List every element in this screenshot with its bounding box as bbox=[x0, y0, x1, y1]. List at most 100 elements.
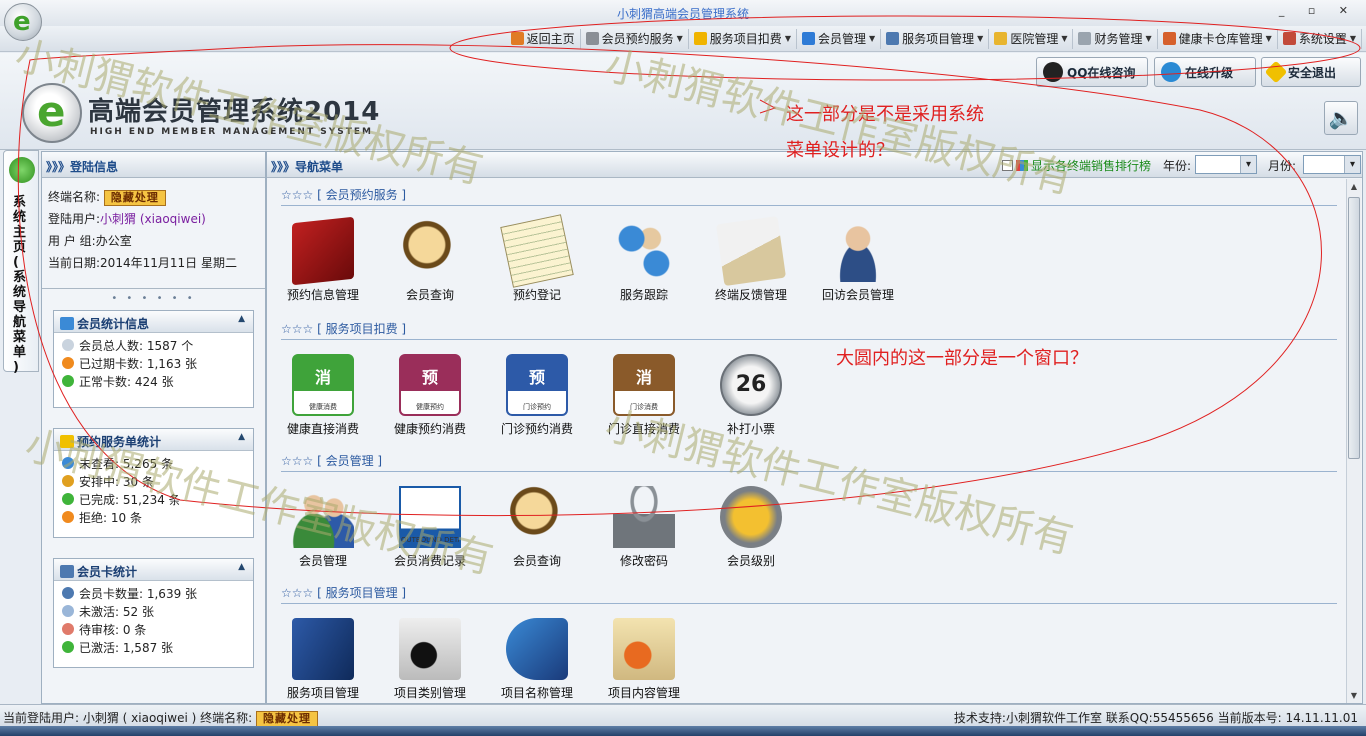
safe-exit-button[interactable]: 安全退出 bbox=[1261, 57, 1361, 87]
status-support: 技术支持:小刺猬软件工作室 联系QQ:55455656 当前版本号: 14.11… bbox=[953, 711, 1358, 725]
user-group: 办公室 bbox=[95, 234, 132, 248]
menu-item-5[interactable]: 医院管理 ▼ bbox=[989, 28, 1074, 49]
nav-item-3-3[interactable]: 项目内容管理 bbox=[594, 618, 694, 701]
stat-row: 已过期卡数: 1,163 张 bbox=[54, 355, 253, 373]
scroll-up-icon[interactable]: ▲ bbox=[1347, 179, 1361, 194]
stat-row: 会员卡数量: 1,639 张 bbox=[54, 585, 253, 603]
panel-splitter[interactable]: • • • • • • bbox=[42, 288, 265, 306]
nav-item-3-2[interactable]: 项目名称管理 bbox=[487, 618, 587, 701]
nav-item-0-2[interactable]: 预约登记 bbox=[487, 214, 587, 303]
year-select[interactable] bbox=[1195, 155, 1257, 174]
stat-row: 已完成: 51,234 条 bbox=[54, 491, 253, 509]
feedback-pen-icon bbox=[715, 215, 787, 287]
app-logo-icon[interactable] bbox=[4, 3, 42, 41]
stat-row-icon bbox=[62, 475, 74, 487]
status-user: 当前登陆用户: 小刺猬 ( xiaoqiwei ) 终端名称: bbox=[3, 711, 253, 725]
nav-item-3-0[interactable]: 服务项目管理 bbox=[273, 618, 373, 701]
stat-row: 拒绝: 10 条 bbox=[54, 509, 253, 527]
menu-bar: 返回主页 会员预约服务 ▼ 服务项目扣费 ▼ 会员管理 ▼ 服务项目管理 ▼ 医院管理 ▼ 财务管理 ▼… bbox=[0, 26, 1366, 52]
scroll-thumb[interactable] bbox=[1348, 197, 1360, 459]
menu-item-2[interactable]: 服务项目扣费 ▼ bbox=[689, 28, 797, 49]
dropdown-arrow-icon: ▼ bbox=[1265, 34, 1272, 43]
left-panel: 》》》登陆信息 终端名称: 隐藏处理 登陆用户:小刺猬 (xiaoqiwei) … bbox=[41, 151, 266, 704]
brand-logo-icon bbox=[22, 83, 82, 143]
current-date: 2014年11月11日 星期二 bbox=[100, 256, 237, 270]
menu-item-8[interactable]: 系统设置 ▼ bbox=[1278, 28, 1362, 49]
stat-box-header[interactable]: 会员卡统计 ▲ bbox=[54, 559, 253, 581]
menu-item-0[interactable]: 返回主页 bbox=[506, 28, 581, 49]
menu-item-1[interactable]: 会员预约服务 ▼ bbox=[581, 28, 689, 49]
stat-row: 正常卡数: 424 张 bbox=[54, 373, 253, 391]
clinic-consume-icon: 消门诊消费 bbox=[613, 354, 675, 416]
nav-section-2: ☆☆☆ [ 会员管理 ]会员管理OUTBOUND DETAILS会员消费记录会员… bbox=[281, 452, 1337, 572]
tracking-icon bbox=[613, 220, 675, 282]
members-icon bbox=[292, 486, 354, 548]
menu-item-6[interactable]: 财务管理 ▼ bbox=[1073, 28, 1158, 49]
collapse-icon[interactable]: ▲ bbox=[238, 562, 245, 572]
stat-row: 安排中: 30 条 bbox=[54, 473, 253, 491]
nav-item-1-1[interactable]: 预健康预约 健康预约消费 bbox=[380, 354, 480, 437]
stat-box-header[interactable]: 预约服务单统计 ▲ bbox=[54, 429, 253, 451]
star-icon bbox=[693, 32, 707, 45]
stat-row-icon bbox=[62, 375, 74, 387]
stat-header-icon bbox=[60, 565, 74, 578]
speaker-icon[interactable]: 🔈 bbox=[1324, 101, 1358, 135]
stat-row-icon bbox=[62, 339, 74, 351]
folder-icon bbox=[994, 32, 1008, 45]
nav-item-2-1[interactable]: OUTBOUND DETAILS会员消费记录 bbox=[380, 486, 480, 569]
stat-row-icon bbox=[62, 493, 74, 505]
stat-row-icon bbox=[62, 357, 74, 369]
nav-item-1-2[interactable]: 预门诊预约 门诊预约消费 bbox=[487, 354, 587, 437]
nav-item-0-3[interactable]: 服务跟踪 bbox=[594, 220, 694, 303]
stat-row-icon bbox=[62, 587, 74, 599]
nav-item-0-5[interactable]: 回访会员管理 bbox=[808, 220, 908, 303]
magnifier-icon bbox=[399, 220, 461, 282]
nav-item-1-3[interactable]: 消门诊消费 门诊直接消费 bbox=[594, 354, 694, 437]
nav-section-title: ☆☆☆ [ 会员预约服务 ] bbox=[281, 186, 1337, 206]
stat-header-icon bbox=[60, 317, 74, 330]
nav-item-0-1[interactable]: 会员查询 bbox=[380, 220, 480, 303]
stat-box-header[interactable]: 会员统计信息 ▲ bbox=[54, 311, 253, 333]
checkbox[interactable] bbox=[1002, 160, 1013, 171]
status-terminal-badge: 隐藏处理 bbox=[255, 711, 318, 727]
dropdown-arrow-icon: ▼ bbox=[676, 34, 683, 43]
menu-item-7[interactable]: 健康卡仓库管理 ▼ bbox=[1158, 28, 1278, 49]
collapse-icon[interactable]: ▲ bbox=[238, 314, 245, 324]
dropdown-arrow-icon: ▼ bbox=[868, 34, 876, 43]
stat-box-1: 预约服务单统计 ▲ 未查看: 5,265 条安排中: 30 条已完成: 51,234… bbox=[53, 428, 254, 538]
nav-section-title: ☆☆☆ [ 服务项目扣费 ] bbox=[281, 320, 1337, 340]
dropdown-arrow-icon: ▼ bbox=[784, 34, 791, 43]
tab-system-home-label: 系统主页(系统导航菜单) bbox=[13, 195, 27, 375]
nav-item-1-0[interactable]: 消健康消费 健康直接消费 bbox=[273, 354, 373, 437]
menu-item-3[interactable]: 会员管理 ▼ bbox=[797, 28, 882, 49]
menu-item-4[interactable]: 服务项目管理 ▼ bbox=[881, 28, 990, 49]
document-icon bbox=[1078, 32, 1092, 45]
sales-rank-toggle[interactable]: 显示各终端销售排行榜 bbox=[1002, 157, 1151, 174]
month-select[interactable] bbox=[1303, 155, 1361, 174]
nav-item-2-4[interactable]: 会员级别 bbox=[701, 486, 801, 569]
reprint-ticket-icon: 26 bbox=[720, 354, 782, 416]
category-icon bbox=[399, 618, 461, 680]
scroll-down-icon[interactable]: ▼ bbox=[1347, 688, 1361, 703]
user-icon bbox=[801, 32, 815, 45]
nav-item-2-3[interactable]: 修改密码 bbox=[594, 486, 694, 569]
window-controls[interactable]: _ ▫ ✕ bbox=[1279, 4, 1358, 17]
nav-item-0-4[interactable]: 终端反馈管理 bbox=[701, 215, 801, 303]
service-item-icon bbox=[292, 618, 354, 680]
nav-section-1: ☆☆☆ [ 服务项目扣费 ] 消健康消费 健康直接消费预健康预约 健康预约消费预门诊预… bbox=[281, 320, 1337, 440]
title-bar: 小刺猬高端会员管理系统 _ ▫ ✕ bbox=[0, 0, 1366, 26]
stat-row: 未激活: 52 张 bbox=[54, 603, 253, 621]
stat-row-icon bbox=[62, 641, 74, 653]
qq-consult-button[interactable]: QQ在线咨询 bbox=[1036, 57, 1148, 87]
nav-item-1-4[interactable]: 26 补打小票 bbox=[701, 354, 801, 437]
nav-item-0-0[interactable]: 预约信息管理 bbox=[273, 216, 373, 303]
nav-item-3-1[interactable]: 项目类别管理 bbox=[380, 618, 480, 701]
tab-system-home[interactable]: 系统主页(系统导航菜单) bbox=[3, 150, 39, 375]
vertical-scrollbar[interactable]: ▲ ▼ bbox=[1346, 179, 1361, 703]
online-upgrade-button[interactable]: 在线升级 bbox=[1154, 57, 1256, 87]
collapse-icon[interactable]: ▲ bbox=[238, 432, 245, 442]
nav-item-2-0[interactable]: 会员管理 bbox=[273, 486, 373, 569]
list-icon bbox=[886, 32, 900, 45]
exit-icon bbox=[1264, 60, 1288, 84]
nav-item-2-2[interactable]: 会员查询 bbox=[487, 486, 587, 569]
